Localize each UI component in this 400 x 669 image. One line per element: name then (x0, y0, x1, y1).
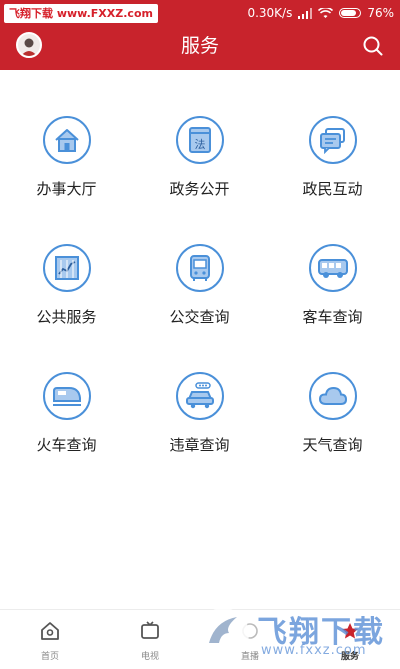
tv-icon (141, 621, 159, 639)
nav-label: 电视 (140, 652, 159, 662)
chat-bubbles-icon (308, 116, 357, 164)
service-label: 客车查询 (302, 308, 363, 326)
nav-tab-home[interactable]: 首页 (0, 610, 100, 662)
page-title: 服务 (180, 35, 219, 57)
svg-text:法: 法 (194, 137, 205, 151)
service-item-violation-query[interactable]: 违章查询 (133, 372, 266, 455)
status-bar: 飞翔下载 www.FXXZ.com 0.30K/s 76% (0, 0, 400, 26)
car-violation-icon (175, 372, 224, 420)
watermark-logo: 飞翔下载 www.fxxz.com (195, 603, 400, 665)
service-label: 公共服务 (36, 308, 97, 326)
service-item-citizen-interaction[interactable]: 政民互动 (266, 116, 399, 199)
network-speed: 0.30K/s (247, 6, 293, 20)
home-icon (41, 622, 59, 640)
service-label: 火车查询 (36, 436, 97, 454)
signal-icon (298, 7, 313, 19)
cloud-icon (308, 372, 357, 420)
coach-icon (308, 244, 357, 292)
nav-tab-tv[interactable]: 电视 (100, 610, 200, 662)
status-indicators: 0.30K/s 76% (247, 4, 394, 22)
watermark-chip: 飞翔下载 www.FXXZ.com (4, 4, 158, 23)
service-label: 政民互动 (302, 180, 363, 198)
battery-icon (339, 8, 362, 18)
service-item-government-affairs[interactable]: 法 政务公开 (133, 116, 266, 199)
service-label: 公交查询 (169, 308, 230, 326)
service-item-coach-query[interactable]: 客车查询 (266, 244, 399, 327)
house-icon (42, 116, 91, 164)
app-header: 服务 (0, 26, 400, 70)
service-label: 政务公开 (169, 180, 230, 198)
service-item-office-hall[interactable]: 办事大厅 (0, 116, 133, 199)
law-book-icon: 法 (175, 116, 224, 164)
wifi-icon (318, 7, 334, 18)
service-item-weather-query[interactable]: 天气查询 (266, 372, 399, 455)
nav-label: 首页 (40, 652, 59, 662)
watermark-url: www.fxxz.com (261, 643, 367, 658)
service-label: 天气查询 (302, 436, 363, 454)
service-label: 违章查询 (169, 436, 230, 454)
chart-icon (42, 244, 91, 292)
search-icon[interactable] (360, 33, 386, 59)
battery-level: 76% (367, 6, 394, 20)
train-icon (42, 372, 91, 420)
service-item-train-query[interactable]: 火车查询 (0, 372, 133, 455)
service-item-public-services[interactable]: 公共服务 (0, 244, 133, 327)
bus-icon (175, 244, 224, 292)
service-item-bus-query[interactable]: 公交查询 (133, 244, 266, 327)
service-label: 办事大厅 (36, 180, 97, 198)
